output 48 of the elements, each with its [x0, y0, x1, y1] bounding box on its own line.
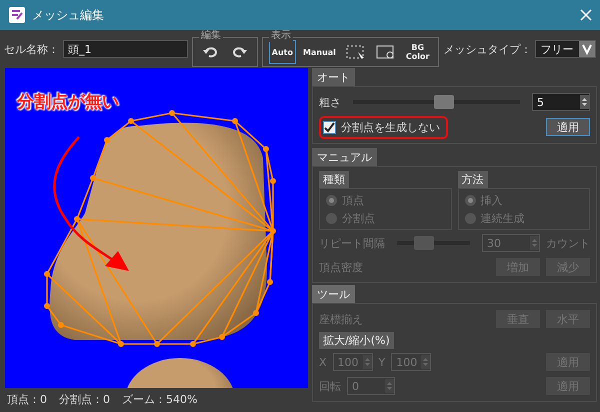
status-text: 頂点：0 [7, 392, 47, 406]
spinner-icon[interactable] [362, 355, 372, 369]
manual-button[interactable]: Manual [300, 40, 339, 64]
coarseness-label: 粗さ [319, 94, 341, 110]
density-label: 頂点密度 [319, 260, 363, 274]
mesh-canvas[interactable]: 分割点が無い [5, 68, 308, 388]
radio-label: 連続生成 [480, 210, 524, 226]
status-text: ズーム：540% [122, 392, 198, 406]
close-icon[interactable] [580, 9, 592, 21]
unit-label: カウント [546, 236, 590, 250]
group-header: 方法 [458, 171, 488, 188]
display-group-title: 表示 [268, 30, 293, 42]
group-header: 種類 [319, 171, 349, 188]
repeat-label: リピート間隔 [319, 236, 385, 250]
check-icon [324, 122, 335, 132]
radio-label: 分割点 [342, 210, 375, 226]
cell-name-field[interactable]: 頭_1 [63, 40, 188, 58]
radio-label: 挿入 [480, 192, 502, 208]
dropdown-icon [579, 41, 595, 57]
group-header: 拡大/縮小(%) [319, 332, 394, 349]
y-label: Y [378, 356, 386, 368]
window-title: メッシュ編集 [32, 6, 105, 24]
status-text: 分割点：0 [59, 392, 110, 406]
selection-icon [346, 44, 366, 60]
radio-label: 頂点 [342, 192, 364, 208]
redo-icon [230, 46, 247, 58]
section-header: マニュアル [312, 148, 377, 166]
section-header: ツール [312, 285, 355, 303]
edit-group-title: 編集 [198, 30, 223, 42]
undo-icon [202, 46, 219, 58]
apply-button[interactable]: 適用 [546, 118, 590, 136]
app-icon [8, 6, 26, 24]
auto-button[interactable]: Auto [268, 40, 296, 64]
mesh-type-dropdown[interactable]: フリー [535, 40, 596, 58]
checkbox[interactable] [323, 120, 336, 134]
bg-color-button[interactable]: BG Color [402, 40, 432, 64]
annotation-text: 分割点が無い [17, 91, 119, 113]
rotate-label: 回転 [319, 378, 341, 394]
spinner-icon[interactable] [580, 95, 589, 109]
align-label: 座標揃え [319, 312, 363, 326]
coarseness-spinbox[interactable]: 5 [532, 93, 590, 111]
x-label: X [319, 356, 327, 368]
checkbox-label: 分割点を生成しない [341, 120, 440, 134]
zoom-icon [376, 44, 396, 60]
cell-name-label: セル名称： [4, 42, 59, 56]
section-header: オート [312, 68, 355, 86]
mesh-type-label: メッシュタイプ： [443, 42, 532, 56]
slider-thumb[interactable] [434, 95, 454, 109]
